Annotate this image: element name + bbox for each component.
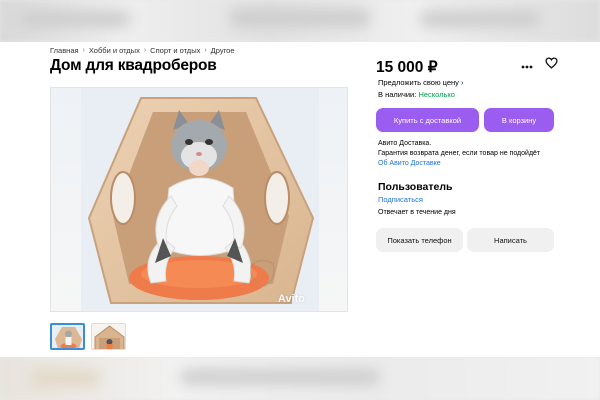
page-title: Дом для квадроберов bbox=[50, 57, 217, 74]
thumbnail-image bbox=[92, 324, 125, 349]
breadcrumb-separator: › bbox=[143, 47, 147, 54]
breadcrumb-item-sport[interactable]: Спорт и отдых bbox=[150, 46, 200, 55]
thumbnail-1[interactable] bbox=[50, 323, 85, 350]
write-message-button[interactable]: Написать bbox=[467, 228, 554, 252]
breadcrumb-item-other[interactable]: Другое bbox=[211, 46, 235, 55]
buy-with-delivery-button[interactable]: Купить с доставкой bbox=[376, 108, 479, 132]
watermark-text: Avito bbox=[277, 293, 305, 305]
stock-status: В наличии: Несколько bbox=[378, 90, 455, 99]
thumbnail-2[interactable] bbox=[91, 323, 126, 350]
delivery-info: Авито Доставка. Гарантия возврата денег,… bbox=[378, 139, 563, 169]
breadcrumb-item-hobby[interactable]: Хобби и отдых bbox=[89, 46, 140, 55]
price: 15 000 ₽ bbox=[376, 59, 438, 76]
listing-card: Главная › Хобби и отдых › Спорт и отдых … bbox=[0, 42, 600, 357]
heart-icon[interactable] bbox=[545, 56, 558, 74]
reply-time: Отвечает в течение дня bbox=[378, 209, 456, 216]
subscribe-link[interactable]: Подписаться bbox=[378, 195, 423, 204]
blurred-header-background bbox=[0, 0, 600, 42]
offer-price-link[interactable]: Предложить свою цену › bbox=[378, 78, 464, 87]
thumbnail-image bbox=[52, 325, 83, 348]
blurred-footer-background bbox=[0, 357, 600, 400]
add-to-cart-button[interactable]: В корзину bbox=[484, 108, 554, 132]
delivery-info-link[interactable]: Об Авито Доставке bbox=[378, 159, 563, 169]
seller-name[interactable]: Пользователь bbox=[378, 181, 452, 193]
delivery-line-2: Гарантия возврата денег, если товар не п… bbox=[378, 150, 541, 157]
delivery-line-1: Авито Доставка. bbox=[378, 140, 432, 147]
breadcrumb-item-home[interactable]: Главная bbox=[50, 46, 79, 55]
thumbnail-strip bbox=[50, 323, 126, 350]
more-dots-icon[interactable] bbox=[521, 56, 533, 74]
stock-label: В наличии: bbox=[378, 90, 417, 99]
breadcrumb-separator: › bbox=[204, 47, 207, 54]
stock-value: Несколько bbox=[418, 90, 455, 99]
main-photo[interactable]: Avito bbox=[50, 87, 348, 312]
product-image bbox=[51, 88, 347, 311]
action-icons bbox=[521, 56, 558, 74]
breadcrumb: Главная › Хобби и отдых › Спорт и отдых … bbox=[50, 46, 235, 55]
breadcrumb-separator: › bbox=[82, 47, 85, 54]
show-phone-button[interactable]: Показать телефон bbox=[376, 228, 463, 252]
